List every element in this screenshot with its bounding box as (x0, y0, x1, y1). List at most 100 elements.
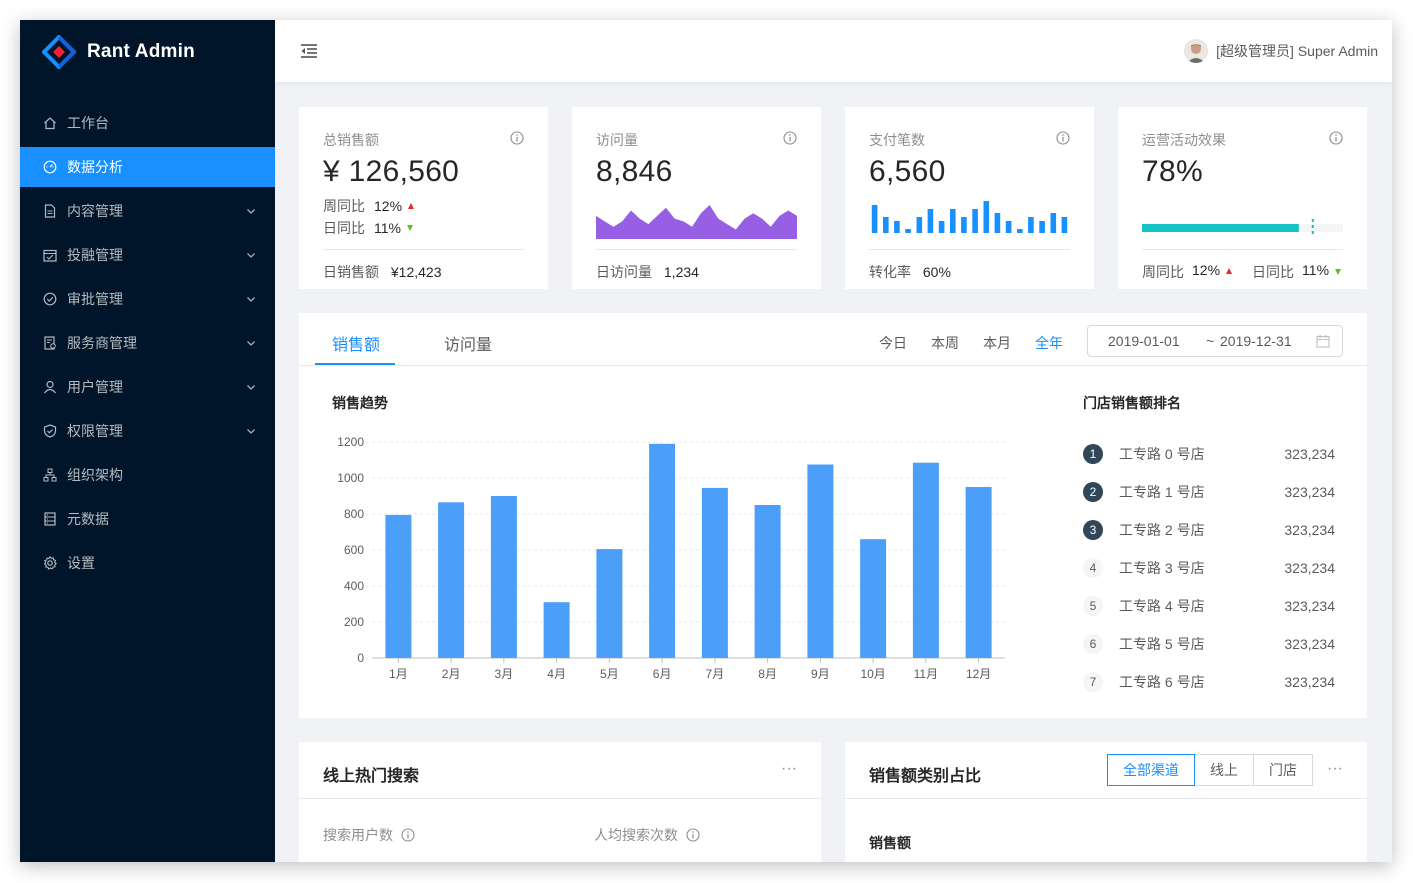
sidebar-item-7[interactable]: 权限管理 (20, 411, 275, 451)
range-week[interactable]: 本周 (931, 333, 959, 353)
chart-bar[interactable] (807, 464, 834, 659)
calendar-icon (1316, 335, 1330, 348)
sidebar-item-6[interactable]: 用户管理 (20, 367, 275, 407)
chart-bar[interactable] (596, 549, 623, 658)
x-tick-label: 10月 (860, 667, 885, 681)
x-tick-label: 5月 (600, 667, 619, 681)
chart-bar[interactable] (438, 502, 465, 658)
list-item: 6 工专路 5 号店 323,234 (1083, 625, 1335, 663)
mini-bar (1005, 221, 1012, 233)
footer-label: 日销售额 (323, 264, 379, 280)
trend-week: 周同比 12% (323, 196, 415, 216)
y-tick-label: 600 (344, 543, 364, 557)
card-header: 销售额类别占比 全部渠道 线上 门店 ··· (845, 742, 1367, 799)
rank-badge: 6 (1083, 634, 1103, 654)
chart-bar[interactable] (385, 514, 412, 658)
stat-footer: 转化率 60% (869, 249, 1070, 282)
chart-bar[interactable] (754, 505, 781, 658)
range-month[interactable]: 本月 (983, 333, 1011, 353)
chart-bar[interactable] (701, 487, 728, 658)
sidebar-item-10[interactable]: 设置 (20, 543, 275, 583)
sidebar-item-label: 服务商管理 (67, 335, 137, 351)
store-name: 工专路 1 号店 (1119, 484, 1205, 500)
store-value: 323,234 (1284, 560, 1335, 576)
user-name: [超级管理员] Super Admin (1216, 43, 1378, 59)
x-tick-label: 11月 (914, 667, 938, 681)
mini-bar (1050, 213, 1057, 233)
date-start[interactable]: 2019-01-01 (1108, 333, 1180, 349)
info-icon[interactable] (686, 828, 700, 842)
store-value: 323,234 (1284, 636, 1335, 652)
sidebar-item-5[interactable]: 服务商管理 (20, 323, 275, 363)
x-tick-label: 7月 (706, 667, 725, 681)
tab-sales[interactable]: 销售额 (332, 331, 380, 355)
range-today[interactable]: 今日 (879, 333, 907, 353)
footer-value: 1,234 (663, 264, 699, 280)
list-item: 5 工专路 4 号店 323,234 (1083, 587, 1335, 625)
info-icon[interactable] (1329, 131, 1343, 145)
chart-bar[interactable] (543, 602, 570, 658)
category-subtitle: 销售额 (869, 835, 911, 851)
logo[interactable]: Rant Admin (42, 34, 195, 70)
info-icon[interactable] (1056, 131, 1070, 145)
tab-visits[interactable]: 访问量 (444, 331, 492, 355)
sidebar-item-0[interactable]: 工作台 (20, 103, 275, 143)
file-icon (42, 203, 58, 219)
list-item: 7 工专路 6 号店 323,234 (1083, 663, 1335, 701)
chart-bar[interactable] (649, 443, 676, 658)
sidebar-item-label: 审批管理 (67, 291, 123, 307)
menu-fold-icon[interactable] (299, 41, 319, 61)
user-menu[interactable]: [超级管理员] Super Admin (1184, 39, 1378, 63)
caret-up-icon (1226, 268, 1233, 274)
x-tick-label: 3月 (495, 667, 514, 681)
x-tick-label: 1月 (389, 667, 408, 681)
channel-switch: 全部渠道 线上 门店 (1107, 754, 1313, 786)
sidebar-menu: 工作台数据分析内容管理 投融管理审批管理服务商管理用户管理 权限管理 组织架构 元数据设… (20, 103, 275, 587)
sales-card: 销售额 访问量 今日 本周 本月 全年 2019-01-01 ~ 2019-12… (299, 313, 1367, 718)
footer-label: 周同比 (1142, 264, 1184, 280)
info-icon[interactable] (510, 131, 524, 145)
sidebar-item-label: 数据分析 (67, 159, 123, 175)
chart-bar[interactable] (965, 487, 992, 658)
list-item: 2 工专路 1 号店 323,234 (1083, 473, 1335, 511)
info-icon[interactable] (401, 828, 415, 842)
date-end[interactable]: 2019-12-31 (1220, 333, 1292, 349)
y-tick-label: 400 (344, 579, 364, 593)
range-year[interactable]: 全年 (1035, 333, 1063, 353)
y-tick-label: 1200 (337, 435, 364, 449)
sidebar-item-3[interactable]: 投融管理 (20, 235, 275, 275)
mini-bar (1017, 229, 1023, 233)
stat-card-sales: 总销售额 ¥ 126,560 周同比 12% 日同比 11% 日销售额 ¥12,… (299, 107, 548, 289)
chart-bar[interactable] (912, 462, 939, 658)
audit-icon (42, 335, 58, 351)
chevron-down-icon (247, 297, 255, 302)
date-range-picker[interactable]: 2019-01-01 ~ 2019-12-31 (1087, 325, 1343, 357)
store-name: 工专路 6 号店 (1119, 674, 1205, 690)
more-icon[interactable]: ··· (1327, 760, 1343, 778)
channel-online-button[interactable]: 线上 (1194, 754, 1254, 786)
sidebar-item-2[interactable]: 内容管理 (20, 191, 275, 231)
y-tick-label: 200 (344, 615, 364, 629)
sidebar-item-1[interactable]: 数据分析 (20, 147, 275, 187)
stat-value: 8,846 (596, 155, 673, 188)
channel-store-button[interactable]: 门店 (1253, 754, 1313, 786)
sidebar-item-9[interactable]: 元数据 (20, 499, 275, 539)
sidebar-item-4[interactable]: 审批管理 (20, 279, 275, 319)
mini-bar (1061, 217, 1068, 233)
store-name: 工专路 3 号店 (1119, 560, 1205, 576)
sidebar-item-8[interactable]: 组织架构 (20, 455, 275, 495)
card-title: 销售额类别占比 (869, 768, 982, 785)
chart-bar[interactable] (490, 496, 517, 658)
channel-all-button[interactable]: 全部渠道 (1107, 754, 1195, 786)
stat-title: 运营活动效果 (1142, 132, 1226, 148)
info-icon[interactable] (783, 131, 797, 145)
chart-bar[interactable] (860, 539, 887, 658)
chart-title: 销售趋势 (332, 395, 388, 411)
user-icon (42, 379, 58, 395)
x-tick-label: 9月 (811, 667, 830, 681)
trend-value: 11% (374, 220, 401, 236)
rank-badge: 5 (1083, 596, 1103, 616)
rank-badge: 7 (1083, 672, 1103, 692)
more-icon[interactable]: ··· (781, 760, 797, 778)
store-name: 工专路 2 号店 (1119, 522, 1205, 538)
